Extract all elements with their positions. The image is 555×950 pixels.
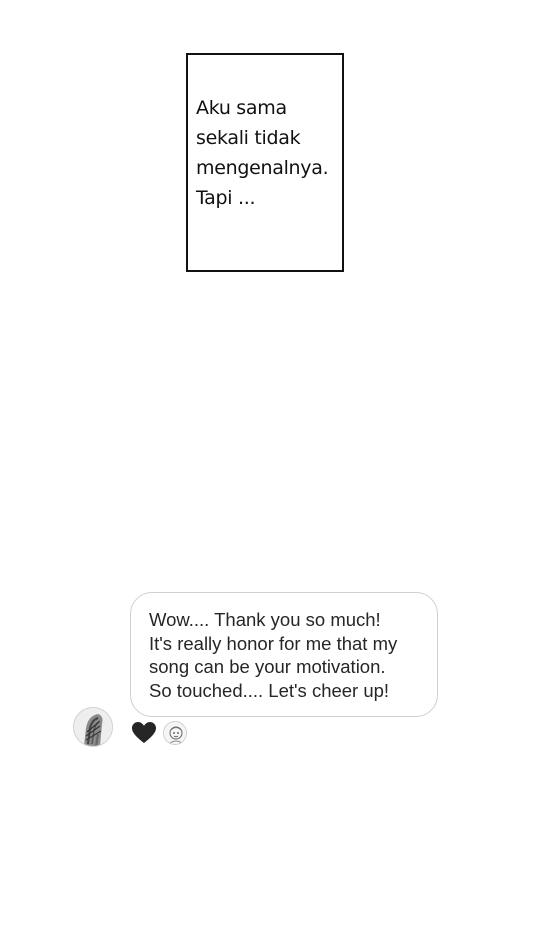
- caption-line: sekali tidak: [196, 127, 301, 149]
- heart-icon[interactable]: [131, 721, 157, 745]
- sender-avatar[interactable]: [73, 707, 113, 747]
- caption-box: Aku sama sekali tidak mengenalnya. Tapi …: [186, 53, 344, 272]
- avatar-image: [74, 708, 112, 746]
- caption-line: Aku sama: [196, 97, 287, 119]
- message-text: Wow.... Thank you so much! It's really h…: [149, 608, 397, 702]
- message-line: Wow.... Thank you so much!: [149, 609, 381, 630]
- message-bubble[interactable]: Wow.... Thank you so much! It's really h…: [130, 592, 438, 717]
- message-line: It's really honor for me that my: [149, 632, 398, 654]
- caption-text: Aku sama sekali tidak mengenalnya. Tapi …: [196, 93, 340, 213]
- message-line: song can be your motivation.: [149, 656, 386, 677]
- reactor-avatar-image: [164, 722, 186, 744]
- heart-shape: [132, 722, 156, 743]
- reactor-avatar[interactable]: [163, 721, 187, 745]
- caption-line: mengenalnya.: [196, 157, 329, 179]
- caption-line: Tapi ...: [196, 187, 256, 209]
- message-line: So touched.... Let's cheer up!: [149, 679, 390, 701]
